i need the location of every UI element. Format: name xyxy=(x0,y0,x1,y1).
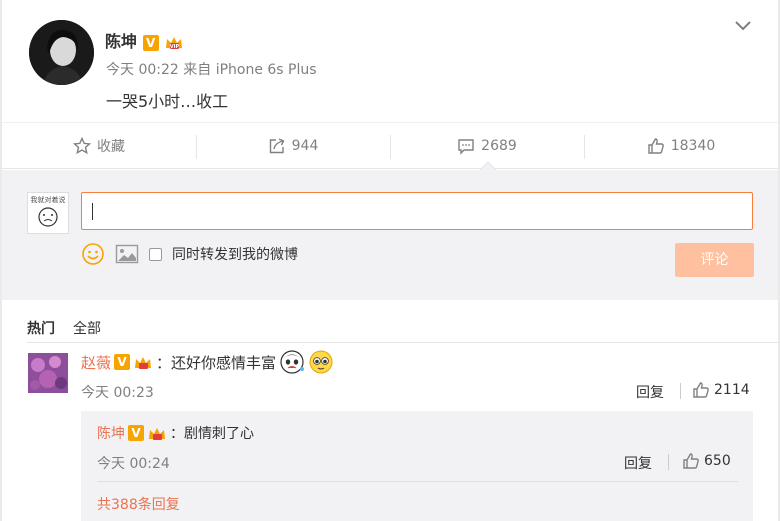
comment-text: ：还好你感情丰富 xyxy=(156,353,277,372)
like-count: 18340 xyxy=(670,137,716,154)
reply-like-button[interactable]: 650 xyxy=(682,452,731,470)
compose-tools: 同时转发到我的微博 xyxy=(81,242,298,266)
reply-link[interactable]: 回复 xyxy=(624,453,652,473)
teary-eyes-icon xyxy=(309,350,333,374)
tab-hot[interactable]: 热门 xyxy=(27,318,55,338)
repost-checkbox[interactable] xyxy=(149,247,162,261)
verified-badge: V xyxy=(128,425,144,441)
comment-tabs: 热门 全部 xyxy=(27,318,101,338)
favorite-button[interactable]: 收藏 xyxy=(2,123,196,168)
repost-checkbox-label: 同时转发到我的微博 xyxy=(172,247,298,263)
reply-user-name[interactable]: 陈坤 xyxy=(97,423,125,443)
repost-count: 944 xyxy=(291,137,319,154)
member-crown-icon xyxy=(149,427,165,440)
comment-icon xyxy=(458,138,474,155)
comment-time: 今天 00:23 xyxy=(81,385,154,401)
svg-text:VIP: VIP xyxy=(170,44,180,50)
action-separator xyxy=(680,383,681,399)
tabs-divider xyxy=(27,342,778,343)
member-crown-icon xyxy=(135,356,152,369)
author-line: 陈坤 V VIP xyxy=(105,28,184,52)
verified-badge: V xyxy=(142,34,159,51)
like-button[interactable]: 18340 xyxy=(584,123,778,168)
active-tab-caret xyxy=(480,161,496,170)
comment-line: 赵薇 V ：还好你感情丰富 xyxy=(81,349,334,375)
comment-compose-area xyxy=(2,170,778,300)
comment-like-count: 2114 xyxy=(714,382,750,398)
repost-button[interactable]: 944 xyxy=(196,123,390,168)
my-avatar-caption: 我就对着说 xyxy=(30,196,66,204)
member-crown-icon: VIP xyxy=(166,37,183,50)
tab-all[interactable]: 全部 xyxy=(73,318,101,338)
reply-time: 今天 00:24 xyxy=(97,456,170,472)
action-bar: 收藏 944 2689 18340 xyxy=(2,122,778,169)
emoji-icon[interactable] xyxy=(81,242,105,266)
thumbs-up-icon xyxy=(683,453,699,469)
chevron-down-icon[interactable] xyxy=(734,19,752,33)
action-separator xyxy=(668,454,669,470)
image-icon[interactable] xyxy=(115,243,139,265)
comment-count: 2689 xyxy=(481,137,517,154)
comment-input[interactable] xyxy=(81,192,753,230)
reply-link[interactable]: 回复 xyxy=(636,382,664,402)
author-avatar[interactable] xyxy=(29,20,94,85)
text-cursor xyxy=(92,203,93,220)
post-text: 一哭5小时…收工 xyxy=(106,92,229,111)
weibo-post-card: 陈坤 V VIP 今天 00:22 来自 iPhone 6s Plus 一哭5小… xyxy=(2,0,778,521)
post-meta: 今天 00:22 来自 iPhone 6s Plus xyxy=(106,62,317,78)
star-icon xyxy=(73,136,91,154)
reply-divider xyxy=(97,481,738,482)
reply-like-count: 650 xyxy=(704,453,731,469)
favorite-label: 收藏 xyxy=(97,138,125,155)
reply-line: 陈坤 V ：剧情刺了心 xyxy=(97,423,254,443)
reply-text: ：剧情刺了心 xyxy=(170,426,254,442)
submit-comment-button[interactable]: 评论 xyxy=(675,243,754,277)
comment-like-button[interactable]: 2114 xyxy=(692,381,750,399)
commenter-name[interactable]: 赵薇 xyxy=(81,352,111,373)
thumbs-up-icon xyxy=(648,137,664,154)
commenter-avatar[interactable] xyxy=(28,353,68,393)
more-replies-link[interactable]: 共388条回复 xyxy=(97,494,180,514)
thumbs-up-icon xyxy=(693,382,709,398)
doodle-face-icon xyxy=(38,207,58,227)
author-name[interactable]: 陈坤 xyxy=(105,32,137,51)
my-avatar: 我就对着说 xyxy=(27,192,69,234)
crying-face-icon xyxy=(280,350,305,374)
repost-icon xyxy=(269,137,285,153)
verified-badge: V xyxy=(114,354,131,370)
